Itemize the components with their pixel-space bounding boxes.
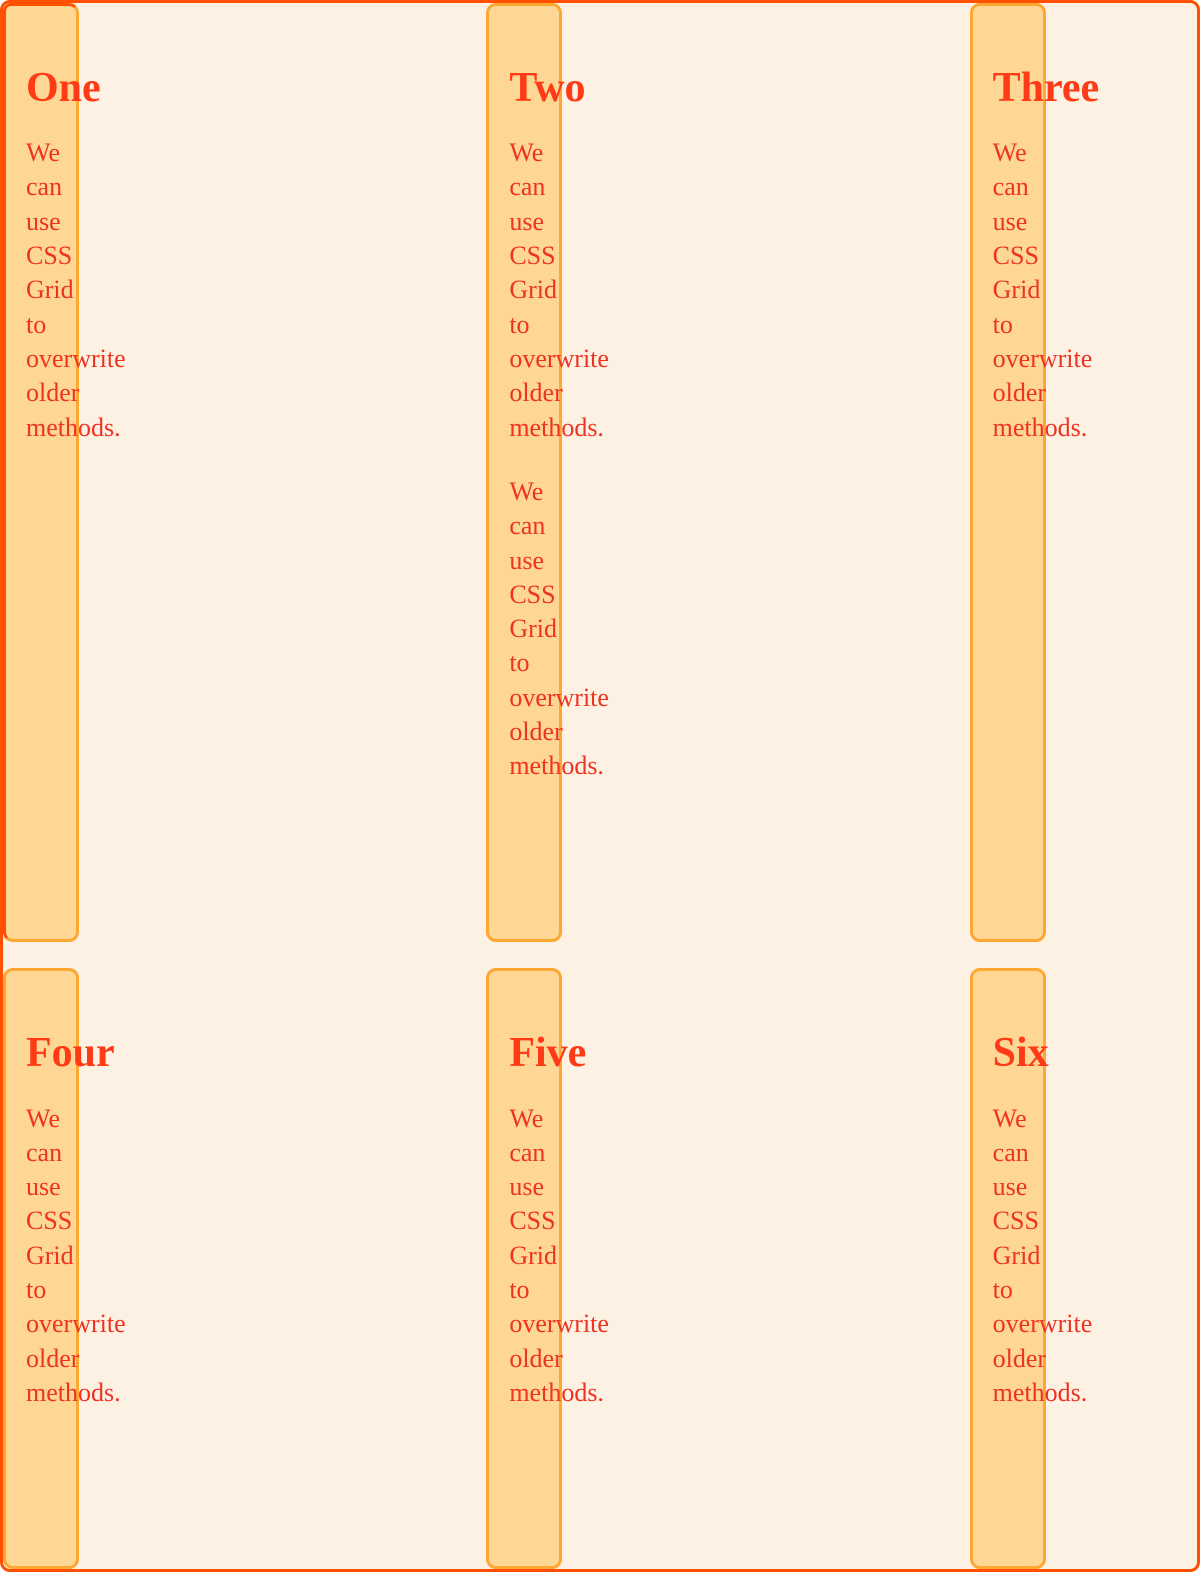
card-five: Five We can use CSS Grid to overwrite ol… [486, 968, 562, 1569]
grid-wrapper: One We can use CSS Grid to overwrite old… [0, 0, 1200, 1572]
card-four: Four We can use CSS Grid to overwrite ol… [3, 968, 79, 1569]
card-body: We can use CSS Grid to overwrite older m… [26, 136, 56, 445]
card-body: We can use CSS Grid to overwrite older m… [509, 136, 539, 445]
card-title: Two [509, 26, 539, 110]
card-title: Five [509, 991, 539, 1075]
card-title: Three [993, 26, 1023, 110]
card-body: We can use CSS Grid to overwrite older m… [993, 136, 1023, 445]
card-body: We can use CSS Grid to overwrite older m… [993, 1102, 1023, 1411]
card-title: Six [993, 991, 1023, 1075]
card-one: One We can use CSS Grid to overwrite old… [3, 3, 79, 942]
card-two: Two We can use CSS Grid to overwrite old… [486, 3, 562, 942]
card-title: One [26, 26, 56, 110]
card-three: Three We can use CSS Grid to overwrite o… [970, 3, 1046, 942]
card-six: Six We can use CSS Grid to overwrite old… [970, 968, 1046, 1569]
card-body: We can use CSS Grid to overwrite older m… [509, 1102, 539, 1411]
card-body: We can use CSS Grid to overwrite older m… [509, 475, 539, 784]
card-body: We can use CSS Grid to overwrite older m… [26, 1102, 56, 1411]
card-title: Four [26, 991, 56, 1075]
